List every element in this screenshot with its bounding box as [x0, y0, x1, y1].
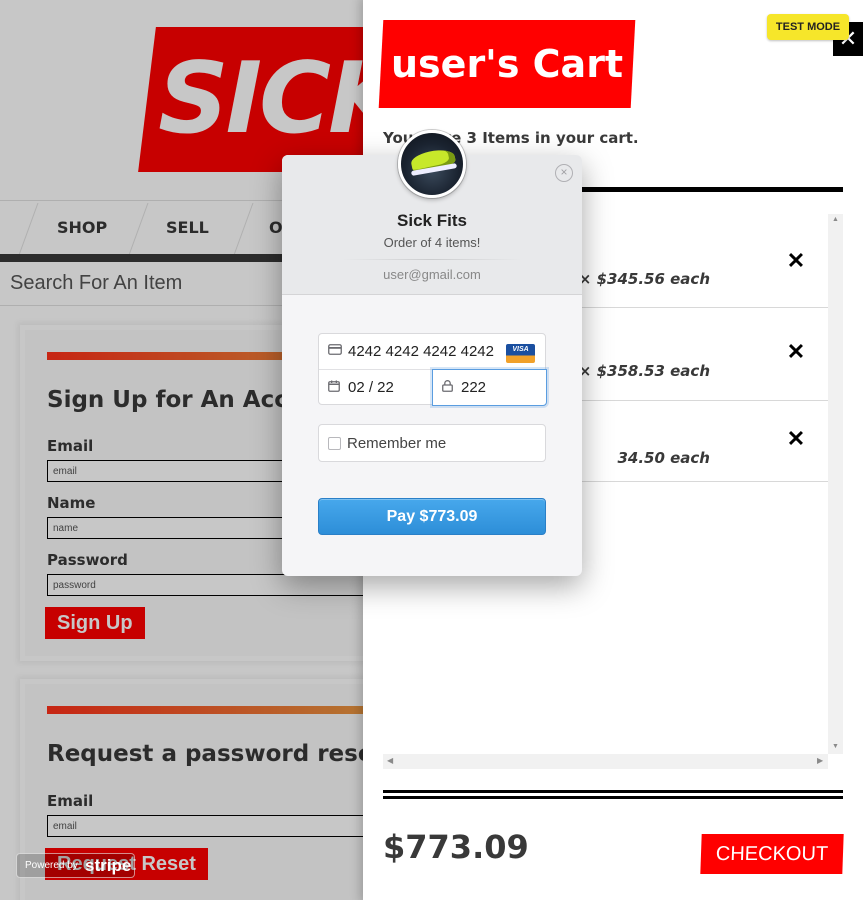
scroll-down-icon[interactable]: ▼ — [832, 743, 839, 750]
store-avatar — [398, 130, 466, 198]
cvc-value: 222 — [461, 379, 487, 396]
cart-title-box: user's Cart — [378, 20, 636, 108]
scroll-left-icon[interactable]: ◀ — [387, 756, 393, 765]
powered-by-stripe-badge[interactable]: Powered by stripe — [16, 853, 135, 878]
credit-card-icon — [328, 344, 342, 358]
cart-bottom-rule — [383, 790, 843, 793]
calendar-icon — [328, 380, 340, 395]
pay-button[interactable]: Pay $773.09 — [318, 498, 546, 535]
expiry-field[interactable]: 02 / 22 — [348, 379, 394, 396]
visa-icon: VISA — [506, 344, 535, 363]
card-fields: 4242 4242 4242 4242 VISA 02 / 22 222 — [318, 333, 547, 406]
cvc-field[interactable]: 222 — [432, 369, 547, 406]
customer-email[interactable]: user@gmail.com — [282, 267, 582, 282]
stripe-wordmark: stripe — [85, 856, 132, 875]
powered-by-label: Powered by — [25, 860, 78, 871]
card-number-field[interactable]: 4242 4242 4242 4242 — [348, 343, 494, 360]
header-divider — [342, 259, 522, 260]
remember-me-checkbox[interactable]: Remember me — [318, 424, 546, 462]
scroll-right-icon[interactable]: ▶ — [817, 756, 823, 765]
cart-item-price: × $345.56 each — [578, 270, 710, 288]
cart-item-price: × $358.53 each — [578, 362, 710, 380]
checkbox-icon[interactable] — [328, 437, 341, 450]
checkout-button[interactable]: CHECKOUT — [700, 834, 844, 874]
remember-me-label: Remember me — [347, 435, 447, 452]
remove-item-button[interactable]: ✕ — [786, 428, 806, 450]
lock-icon — [442, 380, 453, 395]
cart-total: $773.09 — [383, 828, 529, 866]
cart-bottom-rule — [383, 796, 843, 799]
remove-item-button[interactable]: ✕ — [786, 250, 806, 272]
order-description: Order of 4 items! — [383, 235, 481, 250]
vertical-scrollbar[interactable]: ▲ ▼ — [828, 214, 843, 754]
remove-item-button[interactable]: ✕ — [786, 341, 806, 363]
cart-item-price: 34.50 each — [617, 449, 710, 467]
stripe-checkout-modal: Sick Fits Order of 4 items! user@gmail.c… — [282, 130, 582, 576]
cart-title: user's Cart — [391, 42, 624, 86]
close-icon[interactable]: × — [555, 164, 573, 182]
test-mode-badge: TEST MODE — [767, 14, 849, 40]
store-name: Sick Fits — [397, 211, 467, 230]
horizontal-scrollbar[interactable]: ◀ ▶ — [383, 754, 828, 769]
scroll-up-icon[interactable]: ▲ — [832, 216, 839, 223]
